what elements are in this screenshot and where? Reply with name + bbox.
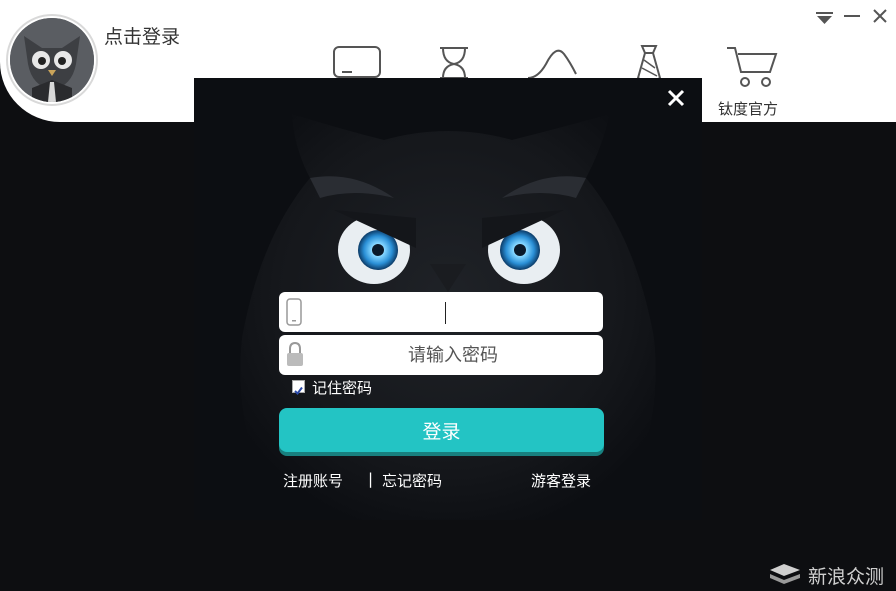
close-icon <box>667 89 685 107</box>
watermark-logo-icon <box>770 564 800 584</box>
login-dialog: 记住密码 登录 注册账号 | 忘记密码 游客登录 <box>194 78 702 520</box>
close-dialog-button[interactable] <box>664 86 688 110</box>
close-window-button[interactable] <box>869 6 891 28</box>
official-nav-label[interactable]: 钛度官方 <box>718 98 778 119</box>
register-link[interactable]: 注册账号 <box>283 470 343 491</box>
watermark: 新浪众测 <box>768 562 884 588</box>
guest-login-link[interactable]: 游客登录 <box>531 470 591 491</box>
phone-field <box>279 292 603 332</box>
minimize-icon <box>844 15 860 17</box>
phone-input[interactable] <box>311 292 595 332</box>
remember-label: 记住密码 <box>312 379 373 397</box>
phone-icon <box>286 298 302 326</box>
shopping-cart-icon <box>727 47 778 87</box>
watermark-text: 新浪众测 <box>808 566 885 588</box>
minimize-to-tray-icon <box>816 12 833 24</box>
login-button[interactable]: 登录 <box>279 408 604 452</box>
login-link[interactable]: 点击登录 <box>104 22 180 49</box>
text-caret <box>445 302 446 324</box>
forgot-password-link[interactable]: 忘记密码 <box>382 470 442 491</box>
lock-icon <box>287 341 303 366</box>
checkmark-icon <box>294 386 303 396</box>
password-field <box>279 335 603 375</box>
nav-shop[interactable] <box>724 42 780 90</box>
password-input[interactable] <box>311 335 595 375</box>
avatar[interactable] <box>10 18 94 102</box>
close-icon <box>873 9 887 23</box>
remember-checkbox[interactable] <box>292 380 305 396</box>
minimize-to-tray-button[interactable] <box>814 6 836 28</box>
owl-avatar-icon <box>10 18 94 102</box>
link-separator: | <box>368 470 374 488</box>
minimize-button[interactable] <box>841 6 863 28</box>
